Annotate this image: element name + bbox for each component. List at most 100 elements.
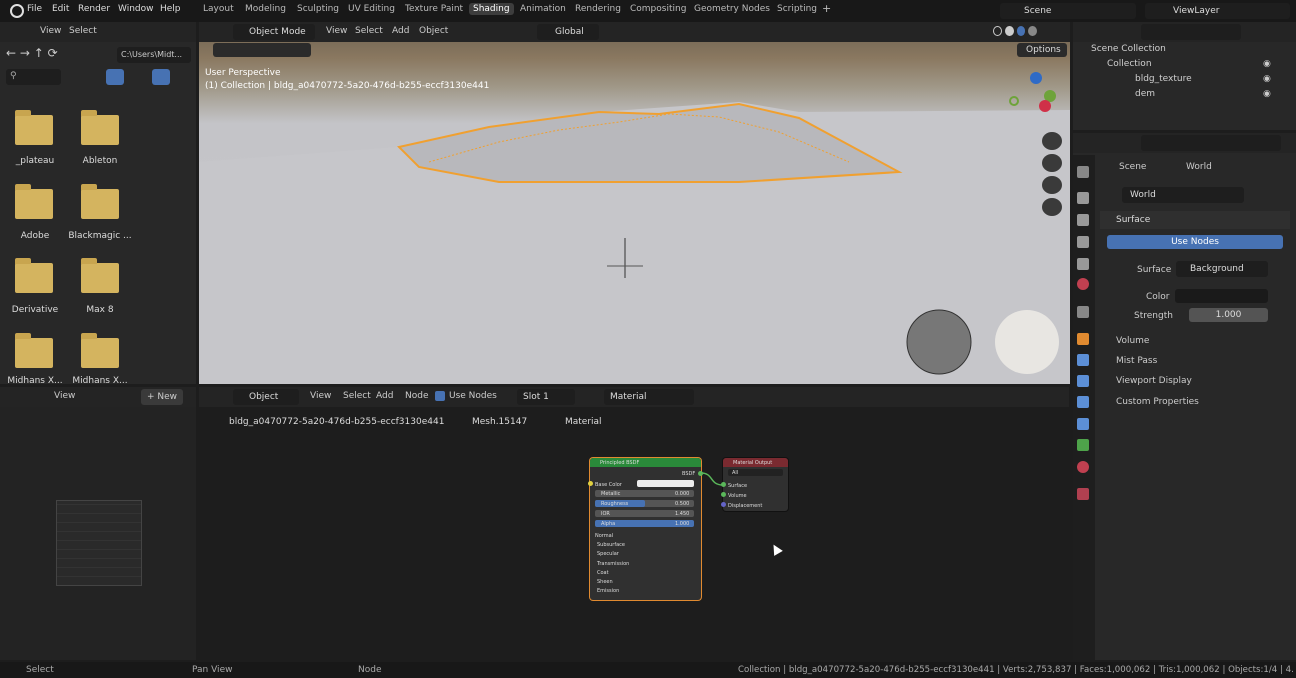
folder-label: Adobe [20, 231, 50, 241]
status-bar: Select Pan View Node Collection | bldg_a… [0, 662, 1296, 678]
world-tab-icon[interactable] [1077, 278, 1089, 290]
render-tab-icon[interactable] [1077, 192, 1089, 204]
texture-tab-icon[interactable] [1077, 488, 1089, 500]
volume-input-socket[interactable] [721, 492, 726, 497]
scene-name: Scene [1024, 6, 1052, 16]
collection-tab-icon[interactable] [1077, 306, 1089, 318]
output-tab-icon[interactable] [1077, 214, 1089, 226]
custom-properties-panel-header[interactable]: Custom Properties [1100, 394, 1290, 412]
blender-logo-icon[interactable] [10, 4, 24, 18]
fb-select-menu[interactable]: Select [69, 26, 97, 36]
scene-collection-label[interactable]: Scene Collection [1091, 44, 1166, 54]
physics-tab-icon[interactable] [1077, 396, 1089, 408]
orientation-selector[interactable]: Global [537, 24, 599, 40]
folder-icon[interactable] [81, 184, 119, 219]
folder-icon[interactable] [81, 258, 119, 293]
vp-select-menu[interactable]: Select [355, 26, 383, 36]
material-tab-icon[interactable] [1077, 461, 1089, 473]
tab-scripting[interactable]: Scripting [777, 4, 817, 14]
properties-search-input[interactable] [1141, 135, 1281, 151]
hdri-preview-ball [906, 309, 972, 375]
tab-shading[interactable]: Shading [469, 3, 514, 15]
surface-shader-selector[interactable]: Background [1176, 261, 1268, 277]
menu-render[interactable]: Render [78, 4, 110, 14]
path-field[interactable]: C:\Users\Midt... [117, 47, 191, 63]
particles-tab-icon[interactable] [1077, 375, 1089, 387]
folder-label: Ableton [82, 156, 118, 166]
use-nodes-button[interactable]: Use Nodes [1107, 235, 1283, 249]
thumbnail-view-icon[interactable] [106, 69, 124, 85]
camera-icon [1042, 176, 1062, 194]
folder-icon[interactable] [15, 258, 53, 293]
displacement-input-socket[interactable] [721, 502, 726, 507]
navigation-gizmo[interactable] [1005, 68, 1065, 128]
folder-icon[interactable] [81, 333, 119, 368]
folder-icon[interactable] [81, 110, 119, 145]
tool-tab-icon[interactable] [1077, 166, 1089, 178]
menu-window[interactable]: Window [118, 4, 154, 14]
eye-icon[interactable]: ◉ [1263, 89, 1271, 99]
tab-compositing[interactable]: Compositing [630, 4, 686, 14]
node-editor[interactable]: Object View Select Add Node Use Nodes Sl… [199, 387, 1069, 660]
target-selector[interactable]: All [728, 469, 783, 476]
diffuse-preview-ball [995, 310, 1059, 374]
tab-sculpting[interactable]: Sculpting [297, 4, 339, 14]
outliner-item-dem[interactable]: dem [1135, 89, 1155, 99]
eye-icon[interactable]: ◉ [1263, 59, 1271, 69]
world-name-field[interactable]: World [1122, 187, 1244, 203]
ie-view-menu[interactable]: View [54, 391, 75, 401]
surface-input-socket[interactable] [721, 482, 726, 487]
viewport-display-panel-header[interactable]: Viewport Display [1100, 373, 1290, 391]
viewport-nav-buttons[interactable] [1042, 132, 1062, 220]
menu-file[interactable]: File [27, 4, 42, 14]
menu-edit[interactable]: Edit [52, 4, 69, 14]
volume-panel-header[interactable]: Volume [1100, 333, 1290, 351]
surface-panel-header[interactable]: Surface [1100, 211, 1290, 229]
modifier-tab-icon[interactable] [1077, 354, 1089, 366]
tab-texture-paint[interactable]: Texture Paint [405, 4, 463, 14]
menu-help[interactable]: Help [160, 4, 181, 14]
folder-icon[interactable] [15, 333, 53, 368]
scene-tab-icon[interactable] [1077, 258, 1089, 270]
orientation-label: Global [555, 27, 584, 37]
tab-geometry-nodes[interactable]: Geometry Nodes [694, 4, 770, 14]
filter-icon[interactable] [152, 69, 170, 85]
fb-view-menu[interactable]: View [40, 26, 61, 36]
outliner-item-bldg[interactable]: bldg_texture [1135, 74, 1192, 84]
tab-uv-editing[interactable]: UV Editing [348, 4, 395, 14]
new-label: New [157, 392, 178, 402]
volume-input-label: Volume [728, 493, 747, 499]
color-swatch[interactable] [1175, 289, 1268, 303]
vp-view-menu[interactable]: View [326, 26, 347, 36]
tab-modeling[interactable]: Modeling [245, 4, 286, 14]
fb-search-input[interactable]: ⚲ [6, 69, 61, 85]
strength-field[interactable]: 1.000 [1189, 308, 1268, 322]
displacement-input-label: Displacement [728, 503, 763, 509]
search-icon: ⚲ [10, 71, 17, 81]
tab-layout[interactable]: Layout [203, 4, 234, 14]
nav-arrows-icon[interactable]: ← → ↑ ⟳ [6, 46, 86, 64]
folder-label: Derivative [11, 305, 59, 315]
add-workspace-icon[interactable]: + [822, 2, 831, 15]
new-image-button[interactable]: + New [141, 389, 183, 405]
shading-modes[interactable] [993, 26, 1038, 38]
tab-animation[interactable]: Animation [520, 4, 566, 14]
mode-selector[interactable]: Object Mode [233, 24, 315, 40]
vp-object-menu[interactable]: Object [419, 26, 448, 36]
data-tab-icon[interactable] [1077, 439, 1089, 451]
folder-icon[interactable] [15, 110, 53, 145]
vp-add-menu[interactable]: Add [392, 26, 409, 36]
viewlayer-selector[interactable]: ViewLayer [1145, 3, 1290, 19]
tab-rendering[interactable]: Rendering [575, 4, 621, 14]
eye-icon[interactable]: ◉ [1263, 74, 1271, 84]
outliner-search-input[interactable] [1141, 24, 1241, 40]
folder-icon[interactable] [15, 184, 53, 219]
mist-pass-panel-header[interactable]: Mist Pass [1100, 353, 1290, 371]
3d-viewport[interactable]: Object Mode View Select Add Object Globa… [199, 22, 1070, 384]
material-output-node[interactable]: Material Output All Surface Volume Displ… [721, 458, 788, 511]
collection-label[interactable]: Collection [1107, 59, 1152, 69]
scene-selector[interactable]: Scene [1000, 3, 1136, 19]
constraints-tab-icon[interactable] [1077, 418, 1089, 430]
object-tab-icon[interactable] [1077, 333, 1089, 345]
view-layer-tab-icon[interactable] [1077, 236, 1089, 248]
